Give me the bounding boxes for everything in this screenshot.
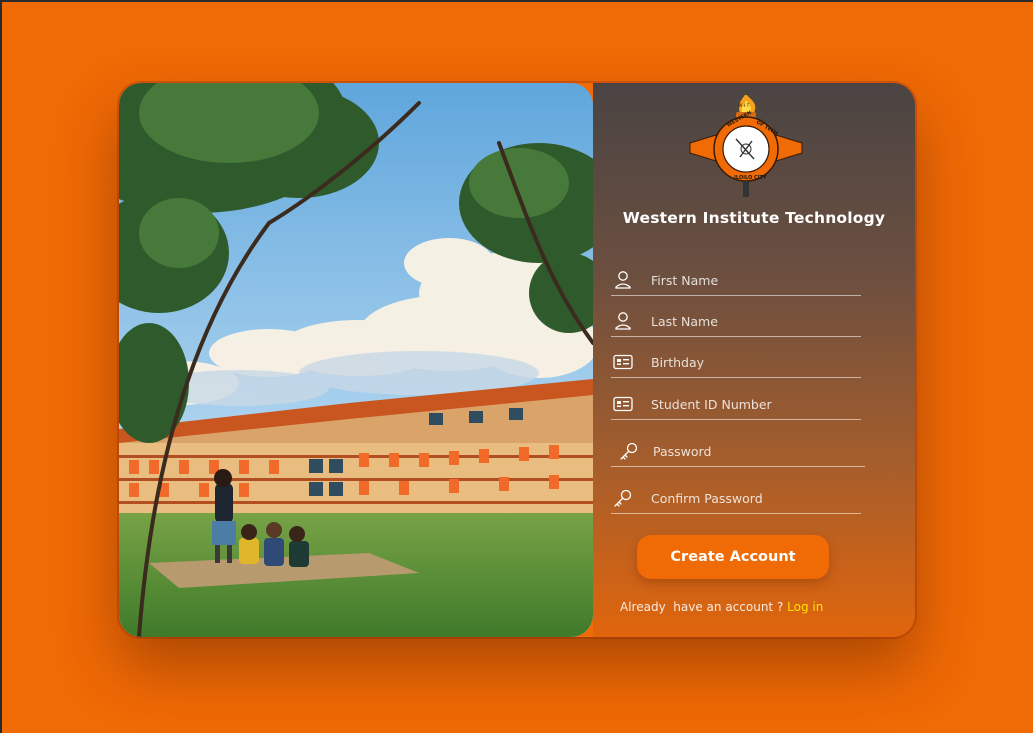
- seal-top-text: W·I·T: [738, 103, 750, 109]
- key-icon: [611, 486, 635, 510]
- user-icon: [611, 309, 635, 333]
- campus-illustration: [119, 83, 593, 637]
- window-top-border: [0, 0, 1033, 2]
- campus-scene-image: [119, 83, 593, 637]
- birthday-field[interactable]: [611, 347, 861, 378]
- login-prompt-text: Already have an account ?: [620, 600, 788, 614]
- first-name-input[interactable]: [649, 271, 853, 289]
- student-id-input[interactable]: [649, 395, 853, 413]
- confirm-password-field[interactable]: [611, 483, 861, 514]
- seal-bottom-text: ILOILO CITY: [734, 175, 767, 181]
- password-field[interactable]: [611, 436, 865, 467]
- user-icon: [611, 268, 635, 292]
- key-icon: [617, 439, 641, 463]
- student-id-field[interactable]: [611, 389, 861, 420]
- login-prompt: Already have an account ? Log in: [620, 600, 823, 614]
- institute-name: Western Institute Technology: [622, 209, 886, 227]
- birthday-input[interactable]: [649, 353, 853, 371]
- institute-seal-logo: WESTERN OF TECH ILOILO CITY W·I·T: [689, 95, 803, 197]
- id-card-icon: [611, 350, 635, 374]
- last-name-field[interactable]: [611, 306, 861, 337]
- window-left-border: [0, 0, 2, 733]
- id-card-icon: [611, 392, 635, 416]
- last-name-input[interactable]: [649, 312, 853, 330]
- password-input[interactable]: [651, 442, 855, 460]
- signup-card: WESTERN OF TECH ILOILO CITY W·I·T Wester…: [119, 83, 915, 637]
- login-link[interactable]: Log in: [787, 600, 823, 614]
- confirm-password-input[interactable]: [649, 489, 853, 507]
- first-name-field[interactable]: [611, 265, 861, 296]
- signup-panel: WESTERN OF TECH ILOILO CITY W·I·T Wester…: [593, 83, 915, 637]
- create-account-button[interactable]: Create Account: [637, 535, 829, 579]
